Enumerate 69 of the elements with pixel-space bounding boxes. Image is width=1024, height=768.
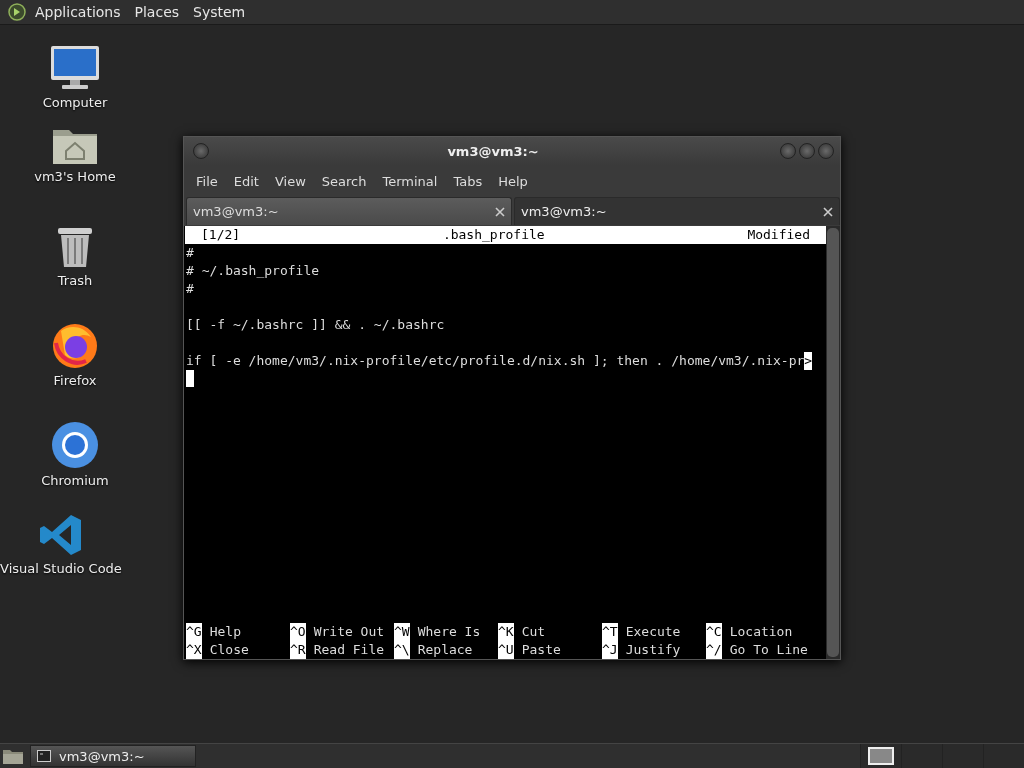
shortcut-label: Where Is bbox=[417, 623, 481, 641]
show-desktop-icon[interactable] bbox=[2, 747, 24, 765]
monitor-icon bbox=[50, 45, 100, 91]
shortcut-label: Location bbox=[729, 623, 793, 641]
maximize-button[interactable] bbox=[799, 143, 815, 159]
menu-item[interactable]: Edit bbox=[225, 173, 267, 189]
shortcut-label: Read File bbox=[313, 641, 385, 659]
file-name: .bash_profile bbox=[441, 226, 546, 244]
shortcut-label: Go To Line bbox=[729, 641, 808, 659]
taskbar-button[interactable]: vm3@vm3:~ bbox=[30, 745, 196, 767]
shortcut-key: ^U bbox=[498, 641, 514, 659]
menu-item[interactable]: Help bbox=[490, 173, 536, 189]
text-cursor bbox=[186, 370, 194, 387]
shortcut-key: ^J bbox=[602, 641, 618, 659]
shortcut-key: ^T bbox=[602, 623, 618, 641]
workspace-button[interactable] bbox=[860, 743, 901, 768]
buffer-indicator: [1/2] bbox=[201, 226, 241, 244]
desktop-icon-label[interactable]: Trash bbox=[57, 273, 93, 288]
modified-status: Modified bbox=[747, 226, 810, 244]
minimize-button[interactable] bbox=[780, 143, 796, 159]
menu-item[interactable]: Tabs bbox=[445, 173, 491, 189]
panel-menu[interactable]: Applications bbox=[30, 4, 126, 20]
code-line: [[ -f ~/.bashrc ]] && . ~/.bashrc bbox=[186, 316, 445, 334]
desktop-icon-label[interactable]: Firefox bbox=[53, 373, 97, 388]
shortcut-key: ^G bbox=[186, 623, 202, 641]
panel-menu[interactable]: System bbox=[188, 4, 251, 20]
shortcut-key: ^C bbox=[706, 623, 722, 641]
desktop-icon-label[interactable]: Chromium bbox=[41, 473, 109, 488]
shortcut-label: Write Out bbox=[313, 623, 385, 641]
menu-item[interactable]: Search bbox=[313, 173, 375, 189]
vscode-icon bbox=[39, 513, 83, 557]
scrollbar[interactable] bbox=[826, 226, 840, 659]
overflow-marker: > bbox=[804, 352, 813, 370]
code-line: # ~/.bash_profile bbox=[186, 262, 320, 280]
shortcut-key: ^R bbox=[290, 641, 306, 659]
terminal-icon bbox=[37, 750, 51, 762]
shortcut-label: Close bbox=[209, 641, 249, 659]
close-icon[interactable] bbox=[495, 206, 505, 217]
shortcut-key: ^K bbox=[498, 623, 514, 641]
shortcut-label: Cut bbox=[521, 623, 546, 641]
menu-item[interactable]: Terminal bbox=[374, 173, 446, 189]
code-line: # bbox=[186, 280, 194, 298]
desktop-icon-label[interactable]: vm3's Home bbox=[34, 169, 116, 184]
desktop-icon-label[interactable]: Computer bbox=[42, 95, 108, 110]
shortcut-label: Justify bbox=[625, 641, 681, 659]
window-menu-button[interactable] bbox=[193, 143, 209, 159]
trash-icon bbox=[56, 225, 94, 269]
close-button[interactable] bbox=[818, 143, 834, 159]
shortcut-label: Replace bbox=[417, 641, 473, 659]
logo-icon bbox=[8, 3, 26, 21]
shortcut-key: ^X bbox=[186, 641, 202, 659]
terminal-tab[interactable]: vm3@vm3:~ bbox=[514, 197, 840, 225]
shortcut-key: ^W bbox=[394, 623, 410, 641]
panel-menu[interactable]: Places bbox=[129, 4, 185, 20]
shortcut-label: Help bbox=[209, 623, 241, 641]
shortcut-label: Execute bbox=[625, 623, 681, 641]
chromium-icon bbox=[51, 421, 99, 469]
shortcut-label: Paste bbox=[521, 641, 561, 659]
menu-item[interactable]: View bbox=[266, 173, 314, 189]
window-title: vm3@vm3:~ bbox=[446, 143, 540, 159]
menu-item[interactable]: File bbox=[188, 173, 226, 189]
shortcut-key: ^/ bbox=[706, 641, 722, 659]
desktop-icon-label[interactable]: Visual Studio Code bbox=[0, 561, 122, 576]
terminal-tab[interactable]: vm3@vm3:~ bbox=[186, 197, 512, 225]
firefox-icon bbox=[51, 321, 99, 369]
code-line: # bbox=[186, 244, 194, 262]
close-icon[interactable] bbox=[823, 206, 833, 217]
shortcut-key: ^\ bbox=[394, 641, 410, 659]
shortcut-key: ^O bbox=[290, 623, 306, 641]
